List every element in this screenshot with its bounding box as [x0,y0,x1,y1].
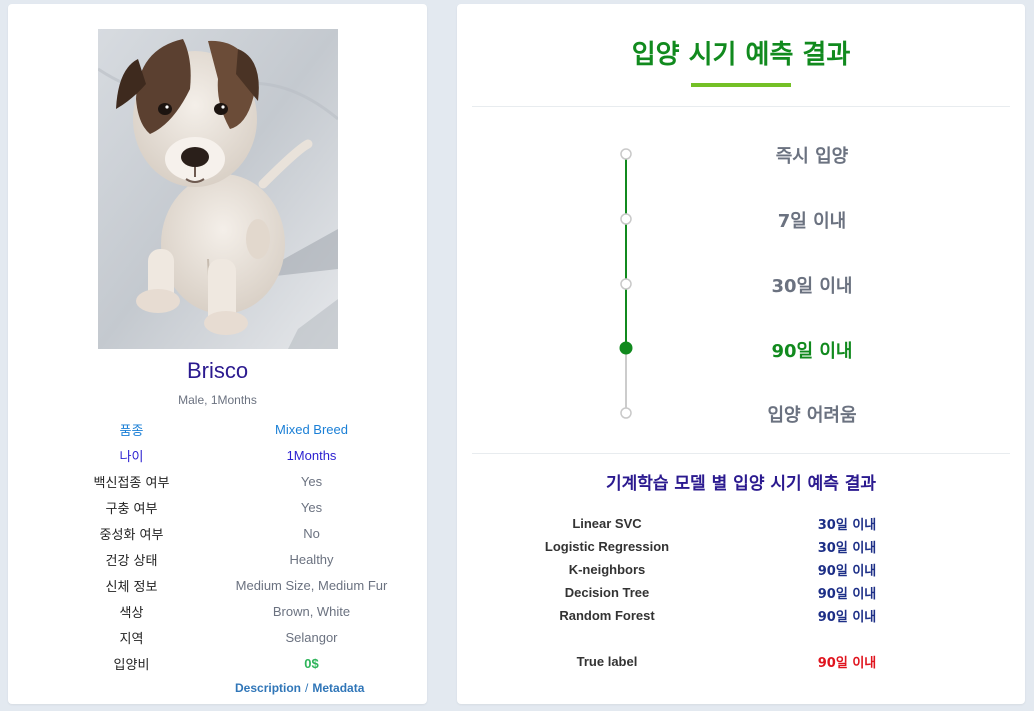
ml-prediction: 90일 이내 [817,610,877,625]
pet-links: Description / Metadata [235,681,364,695]
prediction-result-card: 입양 시기 예측 결과 즉시 입양 7일 이내 30일 이내 90일 이내 입양… [457,4,1025,704]
timeline-label-difficult: 입양 어려움 [767,405,857,426]
true-label-name: True label [576,654,638,669]
ml-prediction: 90일 이내 [817,564,877,579]
pet-photo [98,29,338,349]
info-key: 지역 [119,631,144,647]
ml-model-name: Logistic Regression [544,539,670,554]
puppy-image [98,29,338,349]
info-key: 중성화 여부 [99,527,164,543]
info-key: 신체 정보 [105,579,158,595]
info-value: Brown, White [272,603,351,619]
ml-row: Logistic Regression 30일 이내 [507,535,987,558]
info-value: Healthy [289,551,334,567]
info-key: 품종 [119,423,144,439]
pet-name: Brisco [186,358,249,383]
pet-info-table: 품종 Mixed Breed 나이 1Months 백신접종 여부 Yes 구충… [48,416,408,676]
true-label-row: True label 90일 이내 [507,650,987,673]
info-key: 백신접종 여부 [93,475,170,491]
info-row-health: 건강 상태 Healthy [48,546,408,572]
ml-row: Decision Tree 90일 이내 [507,581,987,604]
timeline-dot-active [619,341,633,355]
ml-prediction: 30일 이내 [817,518,877,533]
info-key: 나이 [119,449,144,465]
timeline-label-immediate: 즉시 입양 [775,146,849,167]
info-row-color: 색상 Brown, White [48,598,408,624]
info-value: 1Months [286,447,337,463]
timeline-dot [620,148,632,160]
pet-profile-card: Brisco Male, 1Months 품종 Mixed Breed 나이 1… [8,4,427,704]
ml-row: K-neighbors 90일 이내 [507,558,987,581]
ml-prediction: 30일 이내 [817,541,877,556]
timeline-label-30days: 30일 이내 [771,276,853,297]
info-value: Yes [300,473,323,489]
info-row-body: 신체 정보 Medium Size, Medium Fur [48,572,408,598]
info-value: Selangor [285,629,338,645]
ml-row: Random Forest 90일 이내 [507,604,987,627]
info-row-sterilized: 중성화 여부 No [48,520,408,546]
timeline-dot [620,407,632,419]
divider [472,453,1010,454]
info-value: Yes [300,499,323,515]
info-key: 색상 [119,605,144,621]
ml-results-title: 기계학습 모델 별 입양 시기 예측 결과 [605,474,877,494]
info-row-age: 나이 1Months [48,442,408,468]
info-row-state: 지역 Selangor [48,624,408,650]
link-separator: / [305,681,309,695]
timeline-label-90days: 90일 이내 [771,341,853,362]
info-value: 0$ [304,655,319,671]
pet-subtitle: Male, 1Months [178,393,257,407]
description-link[interactable]: Description [235,681,301,695]
info-key: 건강 상태 [105,553,158,569]
info-key: 구충 여부 [105,501,158,517]
timeline-label-7days: 7일 이내 [777,211,847,232]
info-row-vaccinated: 백신접종 여부 Yes [48,468,408,494]
ml-results-table: Linear SVC 30일 이내 Logistic Regression 30… [507,512,987,673]
ml-model-name: K-neighbors [568,562,646,577]
ml-model-name: Linear SVC [572,516,642,531]
info-value: Mixed Breed [275,421,348,437]
info-row-dewormed: 구충 여부 Yes [48,494,408,520]
ml-model-name: Random Forest [559,608,655,623]
metadata-link[interactable]: Metadata [312,681,364,695]
timeline-dot [620,213,632,225]
true-label-value: 90일 이내 [817,656,877,671]
ml-row: Linear SVC 30일 이내 [507,512,987,535]
info-row-fee: 입양비 0$ [48,650,408,676]
info-row-breed: 품종 Mixed Breed [48,416,408,442]
info-value: No [303,525,320,541]
info-key: 입양비 [113,657,150,673]
ml-model-name: Decision Tree [564,585,650,600]
timeline-dot [620,278,632,290]
info-value: Medium Size, Medium Fur [235,577,388,593]
ml-prediction: 90일 이내 [817,587,877,602]
